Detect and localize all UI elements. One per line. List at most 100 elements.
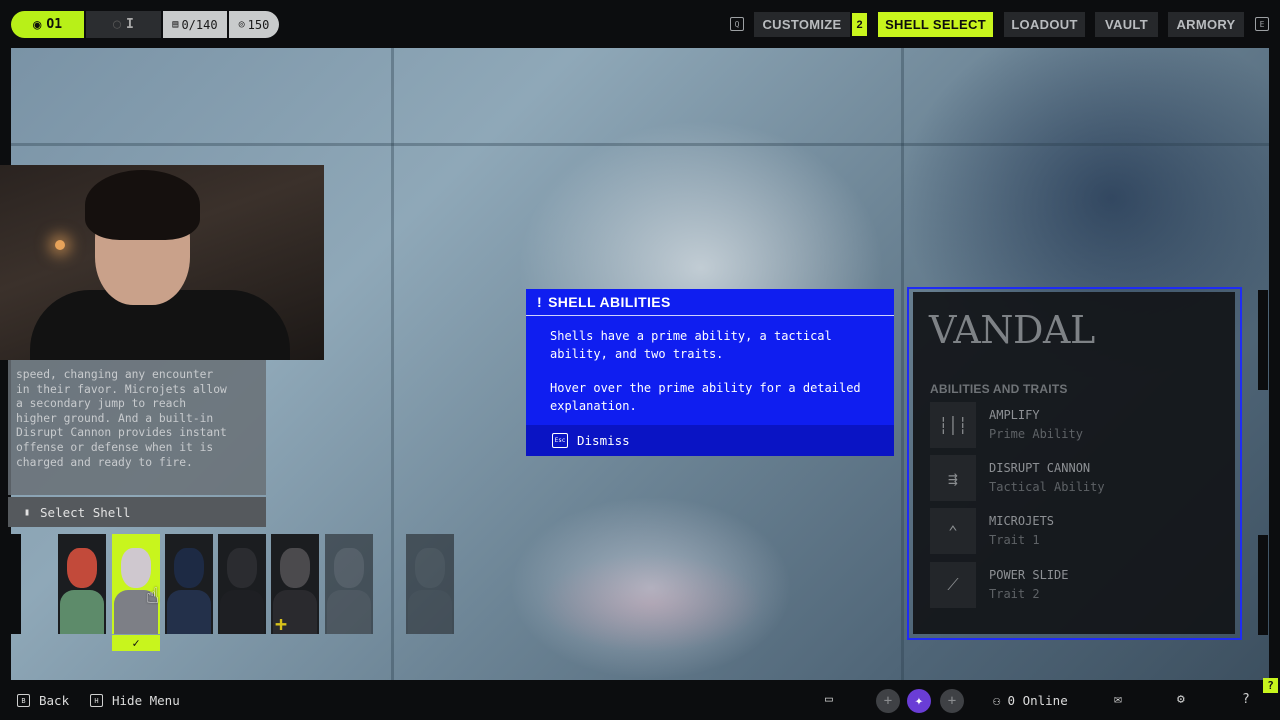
dialog-title: SHELL ABILITIES <box>548 294 671 310</box>
plus-icon: + <box>947 693 957 709</box>
shell-info-panel-inner: VANDAL ABILITIES AND TRAITS ┆│┆ AMPLIFY … <box>913 292 1235 634</box>
shell-info-panel: VANDAL ABILITIES AND TRAITS ┆│┆ AMPLIFY … <box>907 287 1242 640</box>
ability-type: Trait 1 <box>989 533 1040 547</box>
back-key-icon: B <box>17 694 30 707</box>
dialog-body: Shells have a prime ability, a tactical … <box>526 316 894 415</box>
online-friends-button[interactable]: ⚇ 0 Online <box>993 693 1068 708</box>
ability-type: Tactical Ability <box>989 480 1105 494</box>
tab-shell-select[interactable]: SHELL SELECT <box>878 12 993 37</box>
shell-name: VANDAL <box>929 308 1095 352</box>
shell-portrait-head <box>67 548 97 588</box>
credits-counter: ◎ 150 <box>229 11 279 38</box>
shell-portrait-body <box>327 590 371 634</box>
squad-slot-label: I <box>126 17 134 32</box>
shell-card[interactable] <box>218 534 266 634</box>
shell-portrait-body <box>167 590 211 634</box>
selected-check: ✓ <box>112 635 160 651</box>
help-badge: ? <box>1263 678 1278 693</box>
ability-disrupt-cannon[interactable]: ⇶ DISRUPT CANNON Tactical Ability <box>930 455 1220 501</box>
plus-icon: + <box>883 693 893 709</box>
customize-count-badge: 2 <box>852 13 867 36</box>
check-icon: ✓ <box>132 636 140 650</box>
tab-vault[interactable]: VAULT <box>1095 12 1158 37</box>
left-key-hint: Q <box>730 17 744 31</box>
dialog-header: ! SHELL ABILITIES <box>526 289 894 316</box>
chevrons-up-icon: ⌃ <box>930 508 976 554</box>
ability-name: POWER SLIDE <box>989 568 1069 582</box>
dismiss-button[interactable]: Esc Dismiss <box>526 425 894 456</box>
scene-line <box>901 48 904 680</box>
tab-armory[interactable]: ARMORY <box>1168 12 1244 37</box>
avatar-icon: ✦ <box>914 693 924 709</box>
dialog-paragraph: Hover over the prime ability for a detai… <box>550 381 861 413</box>
add-party-member-button[interactable]: + <box>876 689 900 713</box>
shell-portrait-head <box>121 548 151 588</box>
webcam-overlay <box>0 165 324 360</box>
panel-right-edge <box>1258 535 1268 635</box>
hide-menu-label: Hide Menu <box>112 693 180 708</box>
dialog-paragraph: Shells have a prime ability, a tactical … <box>550 329 832 361</box>
streamer-hair <box>85 170 200 240</box>
scene-line <box>11 143 1269 146</box>
mail-icon[interactable]: ✉ <box>1114 692 1122 707</box>
hide-menu-key-icon: H <box>90 694 103 707</box>
ability-amplify[interactable]: ┆│┆ AMPLIFY Prime Ability <box>930 402 1220 448</box>
select-shell-label: Select Shell <box>40 504 131 520</box>
settings-gear-icon[interactable]: ⚙ <box>1177 692 1185 707</box>
shell-portrait-head <box>227 548 257 588</box>
currency-counter: ▤ 0/140 <box>163 11 227 38</box>
hand-cursor-icon: ☝ <box>146 584 160 609</box>
hide-menu-button[interactable]: H Hide Menu <box>90 693 180 708</box>
squad-button[interactable]: ◉ O1 <box>11 11 84 38</box>
plus-icon: + <box>275 612 288 634</box>
chat-icon[interactable]: ▭ <box>825 692 833 707</box>
lamp-light <box>55 240 65 250</box>
esc-key-icon: Esc <box>552 433 568 448</box>
squad-label: O1 <box>46 17 63 32</box>
shell-card[interactable] <box>325 534 373 634</box>
back-button[interactable]: B Back <box>17 693 69 708</box>
ability-power-slide[interactable]: ⟋ POWER SLIDE Trait 2 <box>930 562 1220 608</box>
abilities-header: ABILITIES AND TRAITS <box>930 382 1068 396</box>
shell-description-panel: speed, changing any encounter in their f… <box>8 360 266 495</box>
friends-icon: ⚇ <box>993 693 1001 708</box>
shell-card[interactable]: + <box>271 534 319 634</box>
shell-portrait-head <box>415 548 445 588</box>
shell-card[interactable] <box>58 534 106 634</box>
panel-right-edge <box>1258 290 1268 390</box>
shell-description-text: speed, changing any encounter in their f… <box>16 368 227 469</box>
shell-portrait-head <box>174 548 204 588</box>
ability-microjets[interactable]: ⌃ MICROJETS Trait 1 <box>930 508 1220 554</box>
ability-name: MICROJETS <box>989 514 1055 528</box>
shell-abilities-dialog: ! SHELL ABILITIES Shells have a prime ab… <box>526 289 894 456</box>
ability-name: AMPLIFY <box>989 408 1040 422</box>
shell-card[interactable] <box>406 534 454 634</box>
lock-icon: ▮ <box>24 506 31 518</box>
scene-line <box>391 48 394 680</box>
alert-icon: ! <box>537 294 543 310</box>
headset-icon: ◉ <box>32 16 42 33</box>
shell-portrait-body <box>220 590 264 634</box>
back-label: Back <box>39 693 70 708</box>
player-avatar[interactable]: ✦ <box>907 689 931 713</box>
shell-portrait-body <box>60 590 104 634</box>
credits-icon: ◎ <box>238 19 245 30</box>
tab-loadout[interactable]: LOADOUT <box>1004 12 1085 37</box>
shell-portrait-head <box>280 548 310 588</box>
tab-customize[interactable]: CUSTOMIZE <box>754 12 850 37</box>
ledger-icon: ▤ <box>172 19 179 30</box>
slide-icon: ⟋ <box>930 562 976 608</box>
ability-type: Prime Ability <box>989 427 1083 441</box>
shell-portrait-body <box>408 590 452 634</box>
help-icon[interactable]: ? <box>1242 692 1250 707</box>
currency-value: 0/140 <box>181 17 218 32</box>
select-shell-button[interactable]: ▮ Select Shell <box>8 497 266 527</box>
soundwave-icon: ┆│┆ <box>930 402 976 448</box>
squad-slot-button[interactable]: ◯ I <box>86 11 161 38</box>
bottom-bar <box>0 680 1280 720</box>
ability-type: Trait 2 <box>989 587 1040 601</box>
shell-card[interactable] <box>165 534 213 634</box>
top-bar: ◉ O1 ◯ I ▤ 0/140 ◎ 150 Q CUSTOMIZE 2 SHE… <box>0 0 1280 48</box>
right-key-hint: E <box>1255 17 1269 31</box>
add-party-member-button[interactable]: + <box>940 689 964 713</box>
